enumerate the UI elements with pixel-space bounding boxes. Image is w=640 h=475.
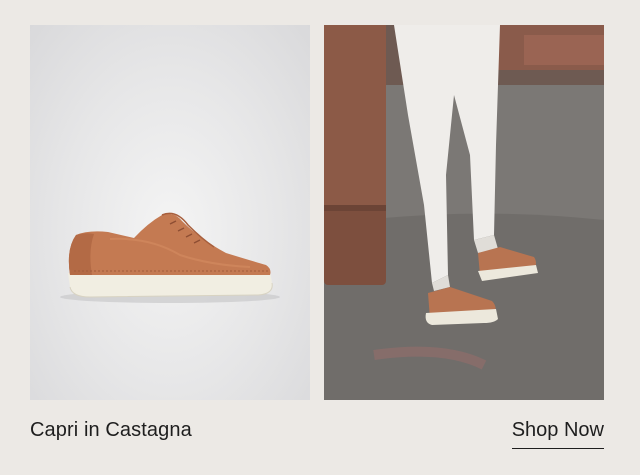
product-photo[interactable] <box>30 25 310 400</box>
product-name: Capri in Castagna <box>30 419 192 441</box>
shoe-product-illustration <box>60 212 280 303</box>
walking-scene-illustration <box>324 25 604 400</box>
shop-now-link[interactable]: Shop Now <box>511 419 604 449</box>
promo-card: Capri in Castagna Shop Now <box>0 0 640 475</box>
lifestyle-photo[interactable] <box>324 25 604 400</box>
